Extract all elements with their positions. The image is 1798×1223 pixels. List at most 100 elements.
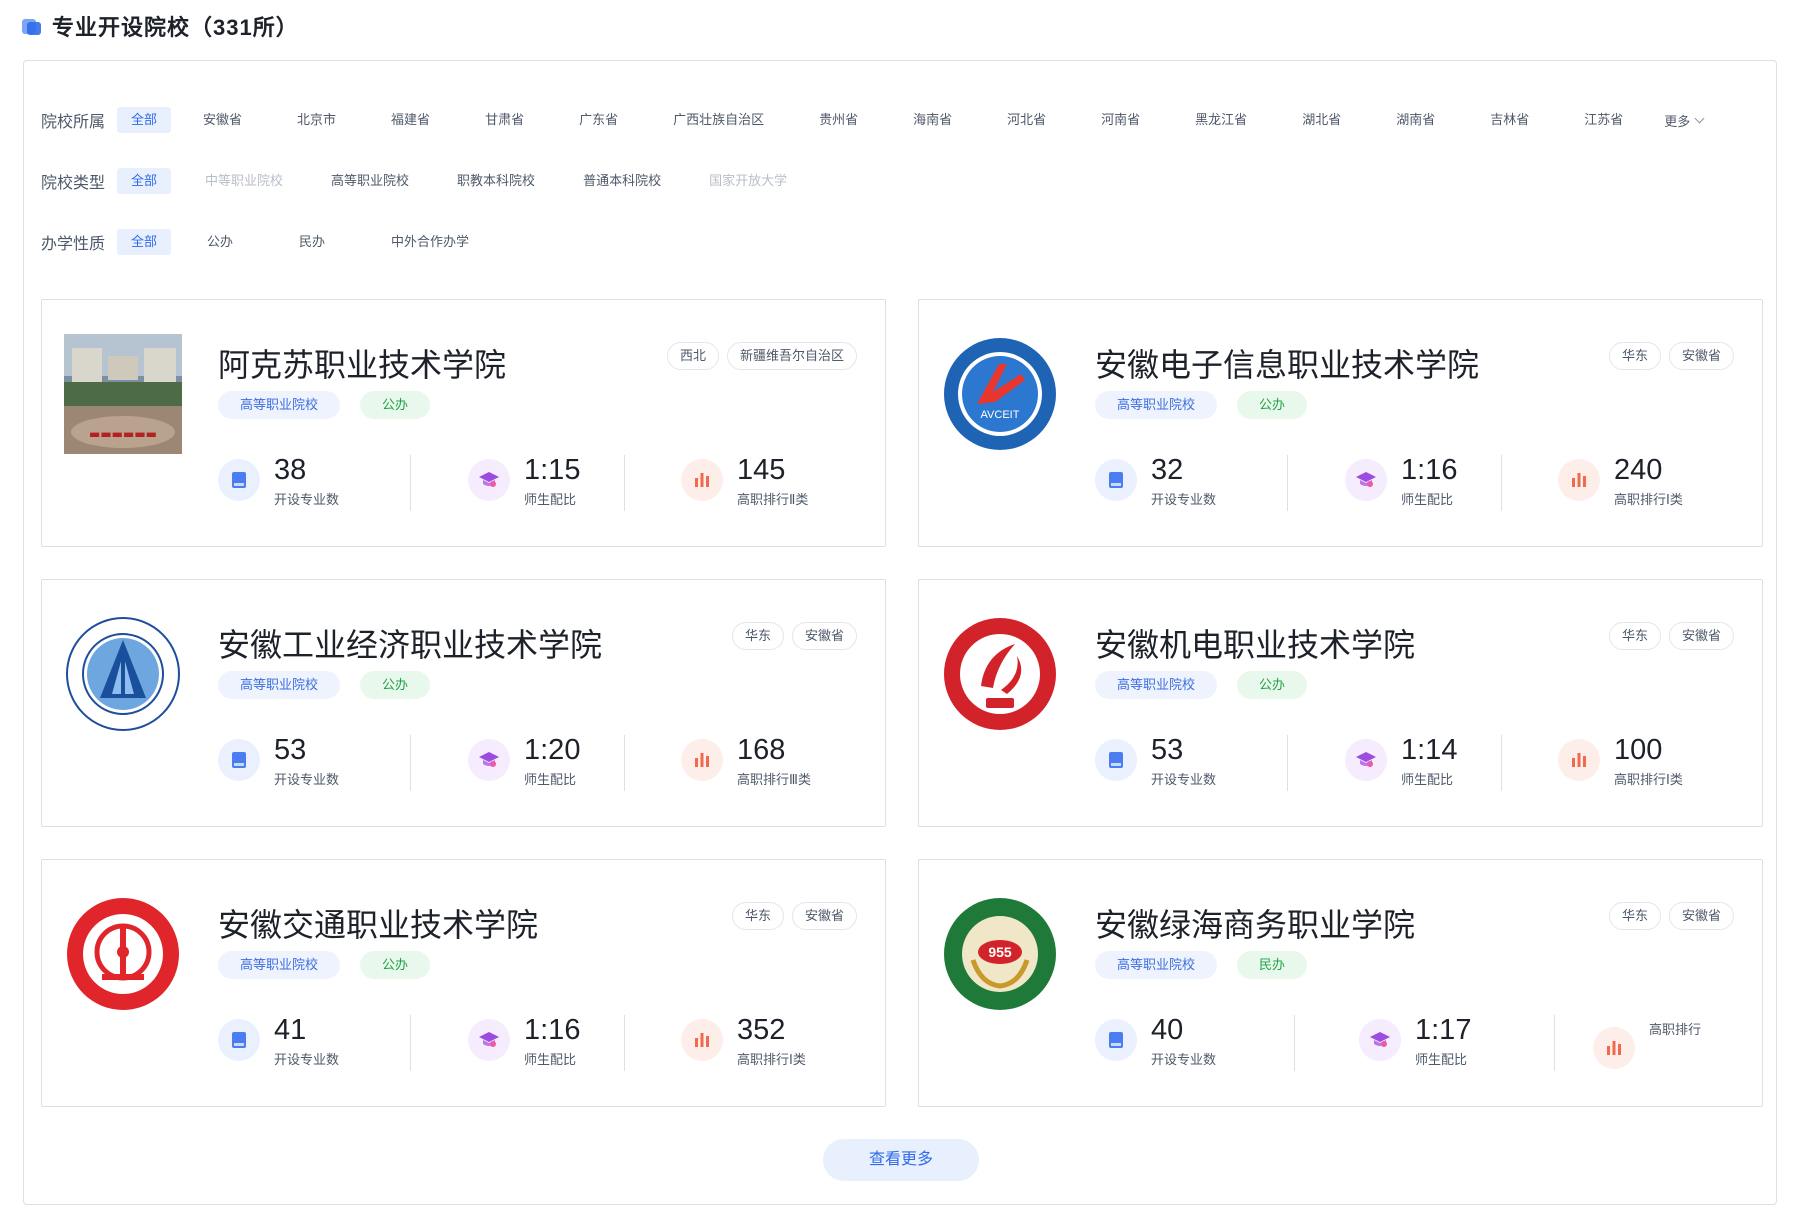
region-tags: 华东 安徽省 [1608,342,1734,370]
province-option[interactable]: 河北省 [993,107,1060,133]
stat-divider [1287,735,1288,791]
ownership-option[interactable]: 中外合作办学 [377,229,483,255]
school-type-tag: 高等职业院校 [218,391,341,419]
region-tags: 华东 安徽省 [731,622,857,650]
graduation-cap-icon [1345,739,1387,781]
school-name[interactable]: 阿克苏职业技术学院 [218,340,506,386]
province-option[interactable]: 江苏省 [1570,107,1637,133]
province-option[interactable]: 广西壮族自治区 [659,107,778,133]
bar-chart-icon [681,739,723,781]
school-name[interactable]: 安徽工业经济职业技术学院 [218,620,602,666]
province-tag: 安徽省 [791,902,857,930]
type-tags: 高等职业院校 公办 [218,671,431,699]
page-title: 专业开设院校（331所） [52,15,299,40]
school-card[interactable]: 安徽工业经济职业技术学院 华东 安徽省 高等职业院校 公办 53 开设专业数 1:… [41,579,886,827]
majors-count: 53 [1151,734,1184,766]
school-name[interactable]: 安徽机电职业技术学院 [1095,620,1415,666]
school-name[interactable]: 安徽绿海商务职业学院 [1095,900,1415,946]
province-option[interactable]: 海南省 [899,107,966,133]
province-option[interactable]: 福建省 [377,107,444,133]
stat-majors: 53 开设专业数 [1095,733,1216,791]
school-photo: ▬▬▬▬▬▬ [64,334,182,454]
school-name[interactable]: 安徽电子信息职业技术学院 [1095,340,1479,386]
svg-text:▬▬▬▬▬▬: ▬▬▬▬▬▬ [89,427,157,441]
ownership-option[interactable]: 民办 [285,229,339,255]
bar-chart-icon [1593,1027,1635,1069]
stat-rank: 145 高职排行Ⅱ类 [681,453,808,511]
stats-row: 38 开设专业数 1:15 师生配比 145 高职排行Ⅱ类 [218,453,865,511]
province-option[interactable]: 广东省 [565,107,632,133]
school-type-option[interactable]: 普通本科院校 [569,168,675,194]
stat-majors: 53 开设专业数 [218,733,339,791]
province-option[interactable]: 湖北省 [1288,107,1355,133]
stat-rank: 高职排行 [1593,1017,1701,1075]
book-icon [218,739,260,781]
province-option[interactable]: 河南省 [1087,107,1154,133]
ownership-tag: 公办 [360,391,431,419]
province-option[interactable]: 湖南省 [1382,107,1449,133]
ratio-value: 1:14 [1401,734,1458,766]
ratio-value: 1:17 [1415,1014,1472,1046]
rank-value: 145 [737,454,786,486]
majors-count: 53 [274,734,307,766]
school-type-option[interactable]: 高等职业院校 [317,168,423,194]
majors-label: 开设专业数 [1151,492,1217,507]
type-tags: 高等职业院校 公办 [1095,391,1308,419]
region-tag: 西北 [666,342,719,370]
ownership-option[interactable]: 公办 [193,229,247,255]
ratio-label: 师生配比 [1401,492,1454,507]
province-tag: 安徽省 [1668,902,1734,930]
school-type-option[interactable]: 职教本科院校 [443,168,549,194]
load-more-button[interactable]: 查看更多 [823,1139,979,1181]
province-option[interactable]: 北京市 [283,107,350,133]
filter-label-province: 院校所属 [41,114,106,131]
ownership-filter-row: 办学性质 全部 公办 民办 中外合作办学 [41,228,510,256]
stat-majors: 41 开设专业数 [218,1013,339,1071]
province-option[interactable]: 贵州省 [805,107,872,133]
school-card[interactable]: 955 安徽绿海商务职业学院 华东 安徽省 高等职业院校 民办 40 开设专业数 … [918,859,1763,1107]
ratio-label: 师生配比 [524,772,577,787]
ratio-value: 1:16 [1401,454,1458,486]
rank-label: 高职排行 [1649,1022,1702,1037]
province-option[interactable]: 甘肃省 [471,107,538,133]
province-option[interactable]: 吉林省 [1476,107,1543,133]
logo-text: 955 [988,944,1012,960]
type-tags: 高等职业院校 公办 [218,391,431,419]
school-card[interactable]: AVCEIT 安徽电子信息职业技术学院 华东 安徽省 高等职业院校 公办 32 开… [918,299,1763,547]
school-card[interactable]: 安徽交通职业技术学院 华东 安徽省 高等职业院校 公办 41 开设专业数 1:16… [41,859,886,1107]
graduation-cap-icon [1359,1019,1401,1061]
ratio-value: 1:15 [524,454,581,486]
ratio-value: 1:20 [524,734,581,766]
graduation-cap-icon [468,739,510,781]
more-label: 更多 [1664,113,1691,129]
school-logo [64,894,182,1014]
chevron-down-icon [1694,113,1705,123]
stat-ratio: 1:15 师生配比 [468,453,580,511]
ownership-tag: 公办 [360,671,431,699]
school-card[interactable]: ▬▬▬▬▬▬ 阿克苏职业技术学院 西北 新疆维吾尔自治区 高等职业院校 公办 3… [41,299,886,547]
province-option[interactable]: 黑龙江省 [1181,107,1261,133]
school-type-option[interactable]: 国家开放大学 [695,168,801,194]
stats-row: 53 开设专业数 1:20 师生配比 168 高职排行Ⅲ类 [218,733,865,791]
province-tag: 新疆维吾尔自治区 [726,342,857,370]
ratio-label: 师生配比 [1415,1052,1468,1067]
stat-rank: 352 高职排行Ⅰ类 [681,1013,806,1071]
province-tag: 安徽省 [1668,622,1734,650]
stat-majors: 38 开设专业数 [218,453,339,511]
ownership-option[interactable]: 全部 [117,229,172,255]
stat-rank: 100 高职排行Ⅰ类 [1558,733,1683,791]
school-name[interactable]: 安徽交通职业技术学院 [218,900,538,946]
ownership-tag: 公办 [1237,671,1308,699]
stat-divider [624,455,625,511]
province-option[interactable]: 全部 [117,107,172,133]
school-type-option[interactable]: 全部 [117,168,172,194]
school-list-icon [22,16,42,36]
province-option[interactable]: 安徽省 [189,107,256,133]
more-provinces-button[interactable]: 更多 [1664,111,1705,130]
school-type-tag: 高等职业院校 [1095,951,1218,979]
rank-label: 高职排行Ⅰ类 [737,1052,806,1067]
school-card[interactable]: 安徽机电职业技术学院 华东 安徽省 高等职业院校 公办 53 开设专业数 1:14… [918,579,1763,827]
province-tag: 安徽省 [791,622,857,650]
stats-row: 32 开设专业数 1:16 师生配比 240 高职排行Ⅰ类 [1095,453,1742,511]
school-type-option[interactable]: 中等职业院校 [191,168,297,194]
